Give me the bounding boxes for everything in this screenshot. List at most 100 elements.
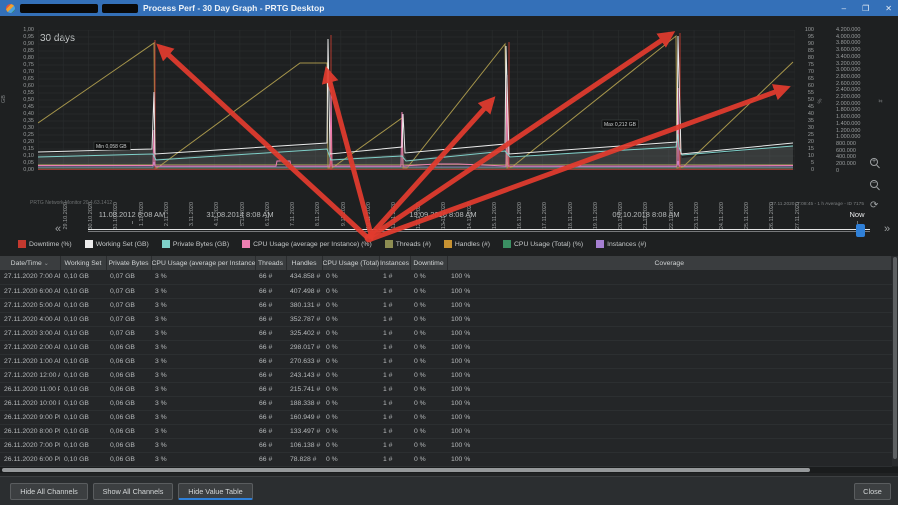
table-cell: 0 % [322, 438, 379, 452]
table-cell: 1 # [379, 382, 410, 396]
close-icon[interactable]: ✕ [885, 4, 892, 13]
title-bar[interactable]: Process Perf - 30 Day Graph - PRTG Deskt… [0, 0, 898, 16]
prtg-version-watermark: PRTG Network Monitor 20.4.63.1412 [30, 200, 112, 206]
table-cell: 160.949 # [286, 410, 322, 424]
legend-item[interactable]: CPU Usage (average per Instance) (%) [242, 240, 372, 248]
axis-tick-label: 35 [800, 118, 814, 124]
table-cell: 26.11.2020 6:00 PM [0, 452, 60, 466]
zoom-in-icon[interactable]: + [870, 158, 882, 170]
table-row[interactable]: 27.11.2020 12:00 AM0,10 GB0,06 GB3 %66 #… [0, 368, 892, 382]
graph-plot[interactable]: Min 0,058 GBMax 0,212 GB [38, 30, 795, 170]
table-cell: 3 % [151, 452, 255, 466]
timeline-next-icon[interactable]: » [884, 222, 890, 236]
close-button[interactable]: Close [854, 483, 891, 500]
channel-legend: Downtime (%) Working Set (GB) Private Byte… [18, 240, 646, 248]
table-cell: 100 % [447, 354, 892, 368]
table-cell: 0,07 GB [106, 326, 151, 340]
zoom-out-icon[interactable]: − [870, 180, 882, 192]
table-cell: 380.131 # [286, 298, 322, 312]
legend-item[interactable]: Private Bytes (GB) [162, 240, 229, 248]
timeline-thumb[interactable] [856, 224, 865, 237]
axis-tick-label: 0,50 [8, 97, 34, 103]
axis-tick-label: 5 [800, 160, 814, 166]
column-header[interactable]: Private Bytes [106, 256, 151, 270]
table-cell: 0 % [322, 452, 379, 466]
column-header[interactable]: Date/Time⌄ [0, 256, 60, 270]
axis-tick-label: 0,10 [8, 153, 34, 159]
table-cell: 0 % [322, 368, 379, 382]
table-cell: 0 % [322, 312, 379, 326]
legend-item[interactable]: Threads (#) [385, 240, 431, 248]
table-cell: 3 % [151, 312, 255, 326]
table-row[interactable]: 26.11.2020 9:00 PM0,10 GB0,06 GB3 %66 #1… [0, 410, 892, 424]
legend-item[interactable]: Working Set (GB) [85, 240, 149, 248]
axis-tick-label: 90 [800, 41, 814, 47]
legend-swatch [444, 240, 452, 248]
legend-item[interactable]: Instances (#) [596, 240, 646, 248]
table-cell: 78.828 # [286, 452, 322, 466]
table-cell: 3 % [151, 424, 255, 438]
table-row[interactable]: 27.11.2020 4:00 AM0,10 GB0,07 GB3 %66 #3… [0, 312, 892, 326]
table-cell: 0 % [322, 382, 379, 396]
axis-tick-label: 0,35 [8, 118, 34, 124]
column-header[interactable]: CPU Usage (average per Instance) [151, 256, 255, 270]
vertical-scrollbar[interactable] [892, 256, 898, 466]
axis-tick-label: 2.000.000 [836, 101, 876, 107]
table-cell: 1 # [379, 438, 410, 452]
timeline-date-label: 11.08.2012 8:08 AM [99, 210, 166, 219]
maximize-icon[interactable]: ❐ [862, 4, 869, 13]
timeline-date-label: 31.08.2014 8:08 AM [206, 210, 273, 219]
column-header[interactable]: Handles [286, 256, 322, 270]
legend-label: Handles (#) [455, 241, 490, 248]
table-row[interactable]: 27.11.2020 2:00 AM0,10 GB0,06 GB3 %66 #2… [0, 340, 892, 354]
table-row[interactable]: 27.11.2020 7:00 AM0,10 GB0,07 GB3 %66 #4… [0, 270, 892, 284]
column-header[interactable]: Threads [255, 256, 286, 270]
horizontal-scrollbar-thumb[interactable] [2, 468, 810, 472]
refresh-icon[interactable]: ⟳ [870, 200, 882, 212]
axis-tick-label: 4.000.000 [836, 34, 876, 40]
table-cell: 1 # [379, 410, 410, 424]
vertical-scrollbar-thumb[interactable] [893, 257, 897, 459]
table-cell: 27.11.2020 5:00 AM [0, 298, 60, 312]
table-row[interactable]: 26.11.2020 11:00 PM0,10 GB0,06 GB3 %66 #… [0, 382, 892, 396]
table-row[interactable]: 26.11.2020 10:00 PM0,10 GB0,06 GB3 %66 #… [0, 396, 892, 410]
column-header[interactable]: Downtime [410, 256, 447, 270]
table-row[interactable]: 26.11.2020 7:00 PM0,10 GB0,06 GB3 %66 #1… [0, 438, 892, 452]
table-cell: 100 % [447, 270, 892, 284]
table-cell: 66 # [255, 438, 286, 452]
column-header[interactable]: Working Set [60, 256, 106, 270]
table-cell: 66 # [255, 270, 286, 284]
table-row[interactable]: 27.11.2020 5:00 AM0,10 GB0,07 GB3 %66 #3… [0, 298, 892, 312]
table-row[interactable]: 27.11.2020 1:00 AM0,10 GB0,06 GB3 %66 #2… [0, 354, 892, 368]
table-cell: 1 # [379, 424, 410, 438]
axis-tick-label: 0,20 [8, 139, 34, 145]
column-header[interactable]: Instances [379, 256, 410, 270]
minimize-icon[interactable]: – [842, 4, 846, 13]
table-row[interactable]: 27.11.2020 3:00 AM0,10 GB0,07 GB3 %66 #3… [0, 326, 892, 340]
axis-tick-label: 100 [800, 27, 814, 33]
horizontal-scrollbar[interactable] [0, 467, 898, 473]
axis-tick-label: 95 [800, 34, 814, 40]
axis-tick-label: 65 [800, 76, 814, 82]
footer-button-hide-value-table[interactable]: Hide Value Table [178, 483, 253, 500]
timeline-prev-icon[interactable]: « [55, 222, 61, 236]
table-cell: 0,10 GB [60, 410, 106, 424]
legend-item[interactable]: Downtime (%) [18, 240, 72, 248]
legend-item[interactable]: CPU Usage (Total) (%) [503, 240, 583, 248]
table-row[interactable]: 26.11.2020 6:00 PM0,10 GB0,06 GB3 %66 #7… [0, 452, 892, 466]
legend-item[interactable]: Handles (#) [444, 240, 490, 248]
timeline-track[interactable] [88, 229, 870, 232]
table-cell: 66 # [255, 424, 286, 438]
footer-button-hide-all-channels[interactable]: Hide All Channels [10, 483, 88, 500]
table-row[interactable]: 27.11.2020 6:00 AM0,10 GB0,07 GB3 %66 #4… [0, 284, 892, 298]
table-cell: 0 % [322, 284, 379, 298]
table-row[interactable]: 26.11.2020 8:00 PM0,10 GB0,06 GB3 %66 #1… [0, 424, 892, 438]
column-header[interactable]: CPU Usage (Total) [322, 256, 379, 270]
axis-tick-label: 0,95 [8, 34, 34, 40]
table-cell: 0,10 GB [60, 368, 106, 382]
column-header[interactable]: Coverage [447, 256, 892, 270]
legend-label: Working Set (GB) [96, 241, 149, 248]
table-cell: 215.741 # [286, 382, 322, 396]
legend-label: Downtime (%) [29, 241, 72, 248]
footer-button-show-all-channels[interactable]: Show All Channels [93, 483, 173, 500]
